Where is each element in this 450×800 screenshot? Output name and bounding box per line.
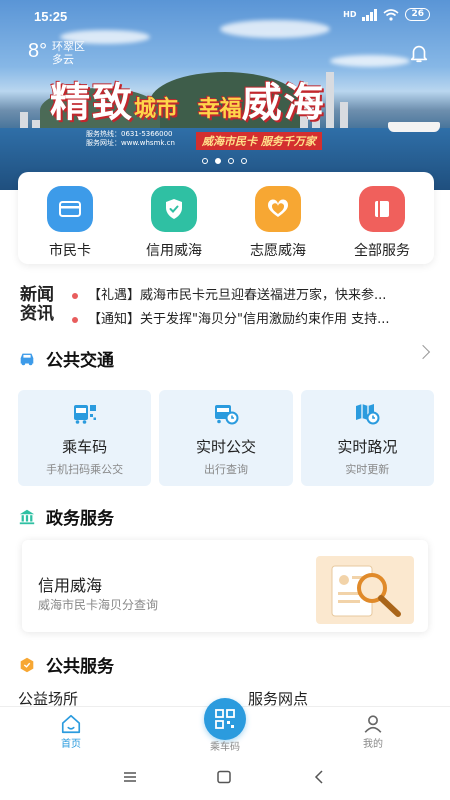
home-icon xyxy=(61,714,81,734)
card-icon xyxy=(47,186,93,232)
chevron-right-icon[interactable] xyxy=(415,344,431,360)
slogan-left-small: 城市 xyxy=(134,96,179,122)
cloud-shape xyxy=(330,55,410,67)
news-item[interactable]: 【礼遇】威海市民卡元旦迎春送福进万家，快来参... xyxy=(72,284,432,303)
network-type: HD xyxy=(343,10,357,19)
center-button-label: 乘车码 xyxy=(210,742,240,753)
heart-hands-icon xyxy=(255,186,301,232)
tab-home[interactable]: 首页 xyxy=(60,713,82,750)
quick-item-label: 信用威海 xyxy=(146,243,202,259)
transport-card-realtime-bus[interactable]: 实时公交 出行查询 xyxy=(159,390,293,486)
transport-card-subtitle: 实时更新 xyxy=(345,463,390,476)
bus-qr-icon xyxy=(73,405,96,424)
bus-clock-icon xyxy=(214,405,239,425)
battery-indicator: 26 xyxy=(405,8,430,21)
bus-code-center-button[interactable] xyxy=(204,698,246,740)
transport-card-subtitle: 手机扫码乘公交 xyxy=(46,463,124,476)
transport-cards: 乘车码 手机扫码乘公交 实时公交 出行查询 实时路况 实时更新 xyxy=(18,390,434,486)
banner-slogan: 精致城市 幸福威海 xyxy=(50,70,326,128)
transport-card-title: 实时公交 xyxy=(195,438,256,456)
news-item[interactable]: 【通知】关于发挥"海贝分"信用激励约束作用 支持... xyxy=(72,308,432,327)
user-icon xyxy=(364,715,382,733)
transport-card-subtitle: 出行查询 xyxy=(203,463,248,476)
tab-mine[interactable]: 我的 xyxy=(362,713,384,750)
carousel-dot-active[interactable] xyxy=(215,158,221,164)
ship-shape xyxy=(388,122,440,132)
wifi-icon xyxy=(383,8,399,21)
slogan-left-big: 精致 xyxy=(50,79,134,126)
status-bar: 15:25 HD 26 xyxy=(0,0,450,30)
book-icon xyxy=(359,186,405,232)
bell-icon[interactable] xyxy=(408,42,430,64)
system-nav-bar xyxy=(0,756,450,800)
weather-condition: 多云 xyxy=(52,53,74,66)
banner-hotline: 服务热线：0631-5366000 xyxy=(86,130,173,138)
news-ticker[interactable]: 新闻 资讯 【礼遇】威海市民卡元旦迎春送福进万家，快来参... 【通知】关于发挥… xyxy=(0,276,450,334)
weather-info: 环翠区 多云 xyxy=(52,40,85,66)
weather-temp: 8° xyxy=(28,40,48,62)
quick-item-label: 市民卡 xyxy=(49,243,91,259)
quick-item-citizen-card[interactable]: 市民卡 xyxy=(25,186,115,264)
section-title: 政务服务 xyxy=(46,509,114,529)
carousel-dot[interactable] xyxy=(241,158,247,164)
shield-check-icon xyxy=(151,186,197,232)
hexagon-badge-icon xyxy=(20,657,34,672)
app-screen: 精致城市 幸福威海 服务热线：0631-5366000 服务网址：www.whs… xyxy=(0,0,450,800)
quick-services: 市民卡 信用威海 志愿威海 全部服务 xyxy=(18,172,434,264)
banner-tagline: 威海市民卡 服务千万家 xyxy=(196,132,322,150)
slogan-right-small: 幸福 xyxy=(197,96,242,122)
section-title: 公共服务 xyxy=(46,657,114,677)
banner-website: 服务网址：www.whsmk.cn xyxy=(86,139,175,147)
signal-icon xyxy=(362,8,378,21)
carousel-dot[interactable] xyxy=(202,158,208,164)
weather-widget[interactable]: 8° 环翠区 多云 xyxy=(28,40,85,66)
quick-item-label: 志愿威海 xyxy=(250,243,306,259)
section-transport-header: 公共交通 xyxy=(18,346,114,371)
tab-label: 我的 xyxy=(363,739,383,750)
section-title: 公共交通 xyxy=(46,351,114,371)
banner-contact: 服务热线：0631-5366000 服务网址：www.whsmk.cn xyxy=(86,130,175,148)
section-public-header: 公共服务 xyxy=(18,652,114,677)
tab-label: 首页 xyxy=(61,739,81,750)
quick-item-all-services[interactable]: 全部服务 xyxy=(337,186,427,264)
slogan-right-big: 威海 xyxy=(241,79,326,126)
gov-card-subtitle: 威海市民卡海贝分查询 xyxy=(38,598,159,612)
transport-card-bus-code[interactable]: 乘车码 手机扫码乘公交 xyxy=(18,390,152,486)
home-square-icon[interactable] xyxy=(216,770,232,784)
qr-code-icon xyxy=(215,709,235,729)
gov-card-title: 信用威海 xyxy=(38,576,103,595)
status-icons: HD 26 xyxy=(343,8,430,21)
quick-item-volunteer[interactable]: 志愿威海 xyxy=(233,186,323,264)
news-badge: 新闻 资讯 xyxy=(20,286,62,324)
transport-card-title: 实时路况 xyxy=(337,438,398,456)
section-gov-header: 政务服务 xyxy=(18,504,114,529)
quick-item-credit[interactable]: 信用威海 xyxy=(129,186,219,264)
carousel-dot[interactable] xyxy=(228,158,234,164)
quick-item-label: 全部服务 xyxy=(354,243,410,259)
car-icon xyxy=(20,353,34,365)
transport-card-title: 乘车码 xyxy=(62,438,108,456)
credit-search-illustration xyxy=(316,556,414,624)
weather-district: 环翠区 xyxy=(52,40,85,53)
gov-card-credit[interactable]: 信用威海 威海市民卡海贝分查询 xyxy=(22,540,428,632)
status-time: 15:25 xyxy=(34,9,68,24)
menu-icon[interactable] xyxy=(122,770,138,784)
back-icon[interactable] xyxy=(312,770,326,784)
news-badge-line: 新闻 xyxy=(20,285,54,305)
transport-card-traffic[interactable]: 实时路况 实时更新 xyxy=(300,390,434,486)
carousel-dots[interactable] xyxy=(202,158,247,164)
news-badge-line: 资讯 xyxy=(20,304,54,324)
map-clock-icon xyxy=(356,404,380,425)
government-building-icon xyxy=(19,509,35,524)
